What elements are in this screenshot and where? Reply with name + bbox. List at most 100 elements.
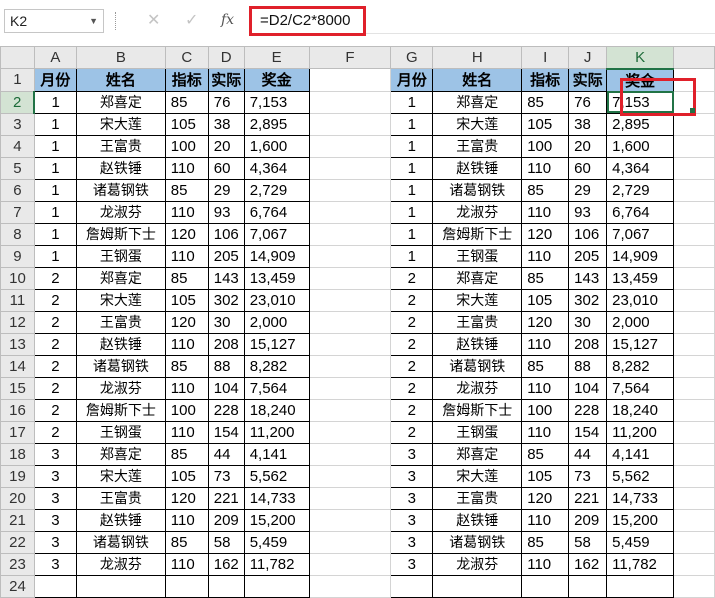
header-actual[interactable]: 实际 [207,68,245,92]
header-actual[interactable]: 实际 [568,68,608,92]
actual-cell[interactable]: 73 [207,464,245,488]
name-cell[interactable]: 王富贵 [432,486,523,510]
grid-cell-overflow[interactable] [673,530,715,554]
grid-cell-f[interactable] [308,420,392,444]
name-cell[interactable]: 王钢蛋 [75,420,166,444]
grid-cell-f[interactable] [308,288,392,312]
target-cell[interactable]: 110 [164,332,209,356]
actual-cell[interactable]: 29 [568,178,608,202]
row-header[interactable]: 16 [0,398,35,422]
month-cell[interactable]: 2 [390,398,434,422]
bonus-cell[interactable]: 11,200 [606,420,675,444]
grid-cell-overflow[interactable] [673,354,715,378]
row-header[interactable]: 15 [0,376,35,400]
grid-cell-overflow[interactable] [673,464,715,488]
actual-cell[interactable]: 208 [568,332,608,356]
actual-cell[interactable]: 58 [568,530,608,554]
target-cell[interactable]: 120 [521,486,570,510]
actual-cell[interactable]: 93 [568,200,608,224]
actual-cell[interactable]: 205 [207,244,245,268]
column-header-g[interactable]: G [390,46,434,69]
formula-input-extension[interactable] [366,11,715,34]
header-month[interactable]: 月份 [33,68,77,92]
actual-cell[interactable]: 73 [568,464,608,488]
target-cell[interactable]: 110 [521,552,570,576]
month-cell[interactable]: 3 [33,464,77,488]
target-cell[interactable]: 110 [164,420,209,444]
actual-cell[interactable]: 154 [207,420,245,444]
name-cell[interactable]: 诸葛钢铁 [75,178,166,202]
actual-cell[interactable]: 209 [568,508,608,532]
row-header[interactable]: 23 [0,552,35,576]
name-cell[interactable]: 王钢蛋 [432,244,523,268]
name-cell[interactable]: 宋大莲 [75,288,166,312]
grid-cell-f[interactable] [308,266,392,290]
month-cell[interactable]: 2 [390,332,434,356]
bonus-cell[interactable]: 5,459 [243,530,310,554]
month-cell[interactable]: 1 [390,178,434,202]
target-cell[interactable]: 100 [164,134,209,158]
name-cell[interactable]: 王富贵 [432,310,523,334]
month-cell[interactable]: 1 [33,156,77,180]
column-header-e[interactable]: E [243,46,310,69]
bonus-cell[interactable]: 2,895 [606,112,675,136]
bonus-cell[interactable]: 7,067 [243,222,310,246]
bonus-cell[interactable]: 7,564 [606,376,675,400]
column-header-i[interactable]: I [521,46,570,69]
month-cell[interactable]: 2 [390,288,434,312]
header-bonus[interactable]: 奖金 [606,68,675,92]
month-cell[interactable]: 1 [33,90,77,114]
bonus-cell[interactable]: 2,000 [243,310,310,334]
bonus-cell[interactable]: 8,282 [243,354,310,378]
header-month[interactable]: 月份 [390,68,434,92]
name-cell[interactable]: 王富贵 [75,134,166,158]
row-header[interactable]: 9 [0,244,35,268]
target-cell[interactable]: 100 [164,398,209,422]
target-cell[interactable]: 85 [521,442,570,466]
grid-cell-overflow[interactable] [673,222,715,246]
grid-cell-overflow[interactable] [673,68,715,92]
bonus-cell[interactable]: 14,909 [606,244,675,268]
enter-icon[interactable]: ✓ [185,10,198,30]
actual-cell[interactable]: 76 [568,90,608,114]
target-cell[interactable]: 100 [521,134,570,158]
name-cell[interactable]: 龙淑芬 [432,200,523,224]
month-cell[interactable]: 1 [390,200,434,224]
bonus-cell[interactable]: 5,562 [606,464,675,488]
row-header[interactable]: 10 [0,266,35,290]
row-header[interactable]: 19 [0,464,35,488]
bonus-cell[interactable]: 2,895 [243,112,310,136]
actual-cell[interactable]: 44 [568,442,608,466]
name-cell[interactable]: 赵铁锤 [75,508,166,532]
grid-cell-f[interactable] [308,486,392,510]
target-cell[interactable]: 85 [521,530,570,554]
bonus-cell[interactable]: 4,141 [606,442,675,466]
name-cell[interactable]: 王富贵 [432,134,523,158]
month-cell[interactable]: 3 [390,486,434,510]
month-cell[interactable]: 3 [33,486,77,510]
name-cell[interactable]: 郑喜定 [75,442,166,466]
grid-cell-f[interactable] [308,464,392,488]
grid-cell-f[interactable] [308,156,392,180]
name-cell[interactable]: 赵铁锤 [432,508,523,532]
bonus-cell[interactable]: 11,782 [606,552,675,576]
column-header-k[interactable]: K [606,46,675,70]
name-cell[interactable]: 詹姆斯下士 [75,398,166,422]
actual-cell[interactable]: 88 [207,354,245,378]
bonus-cell[interactable]: 7,067 [606,222,675,246]
name-cell[interactable]: 詹姆斯下士 [432,222,523,246]
grid-cell-f[interactable] [308,552,392,576]
target-cell[interactable]: 105 [164,464,209,488]
bonus-cell[interactable]: 4,364 [606,156,675,180]
target-cell[interactable]: 120 [521,222,570,246]
target-cell[interactable]: 85 [164,354,209,378]
column-header-c[interactable]: C [164,46,209,69]
month-cell[interactable]: 2 [33,332,77,356]
column-header-overflow[interactable] [673,46,715,69]
bonus-cell[interactable]: 15,200 [606,508,675,532]
row-header[interactable]: 24 [0,574,35,598]
row-header[interactable]: 7 [0,200,35,224]
bonus-cell[interactable]: 4,364 [243,156,310,180]
target-cell[interactable]: 105 [164,288,209,312]
month-cell[interactable]: 2 [390,376,434,400]
